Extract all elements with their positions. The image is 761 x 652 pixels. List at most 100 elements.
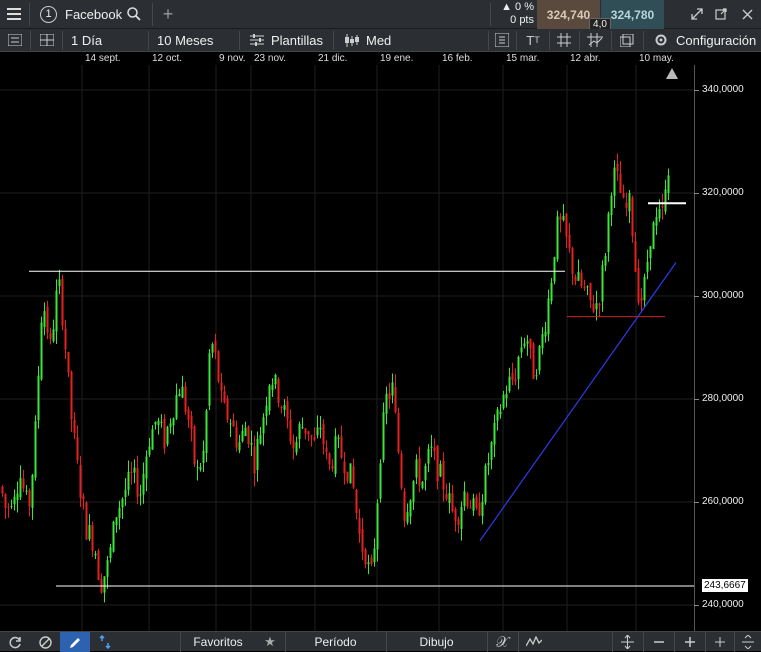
y-tick-label: 260,0000 bbox=[702, 496, 744, 507]
candle-body bbox=[418, 458, 421, 486]
candle-body bbox=[61, 278, 64, 326]
indicator-chart-icon[interactable] bbox=[518, 632, 548, 652]
y-tick-label: 320,0000 bbox=[702, 187, 744, 198]
instrument-name[interactable]: Facebook bbox=[65, 0, 125, 28]
pencil-icon[interactable] bbox=[60, 632, 90, 652]
range-selector[interactable]: 10 Meses bbox=[157, 29, 237, 51]
candle-body bbox=[274, 374, 277, 385]
candle-body bbox=[502, 394, 505, 408]
candle-body bbox=[442, 460, 445, 490]
candle-body bbox=[166, 426, 169, 445]
candle-body bbox=[49, 333, 52, 339]
y-tick-label: 300,0000 bbox=[702, 290, 744, 301]
candle-body bbox=[430, 446, 433, 448]
candle-body bbox=[67, 351, 70, 373]
candle-body bbox=[253, 446, 256, 474]
candle-body bbox=[301, 427, 304, 429]
disable-icon[interactable] bbox=[31, 632, 59, 652]
interval-selector[interactable]: 1 Día bbox=[71, 29, 141, 51]
candle-body bbox=[520, 347, 523, 353]
trend-line[interactable] bbox=[479, 262, 677, 541]
candle-body bbox=[481, 501, 484, 517]
candle-body bbox=[55, 290, 58, 332]
x-tick-label: 15 mar. bbox=[506, 53, 540, 64]
candle-body bbox=[391, 382, 394, 396]
fit-vertical-icon[interactable] bbox=[612, 632, 642, 652]
star-icon[interactable]: ★ bbox=[256, 632, 284, 652]
indicators-icon[interactable] bbox=[493, 29, 511, 51]
candle-body bbox=[31, 474, 34, 508]
templates-button[interactable]: Plantillas bbox=[271, 29, 331, 51]
crosshair-add-icon[interactable] bbox=[705, 632, 733, 652]
candle-body bbox=[163, 418, 166, 449]
gear-icon bbox=[652, 29, 670, 51]
list-icon[interactable] bbox=[6, 29, 24, 51]
candle-body bbox=[34, 421, 37, 478]
price-marker-label: 243,6667 bbox=[702, 579, 748, 593]
candle-body bbox=[214, 340, 217, 353]
settings-button[interactable]: Configuración bbox=[676, 29, 758, 51]
function-icon[interactable]: 𝒳 bbox=[487, 632, 517, 652]
favorites-button[interactable]: Favoritos bbox=[180, 632, 255, 652]
candle-body bbox=[406, 512, 409, 523]
candle-body bbox=[667, 175, 670, 193]
candle-body bbox=[196, 467, 199, 469]
crosshair-icon[interactable] bbox=[585, 29, 605, 51]
chart-style-button[interactable]: Med bbox=[366, 29, 406, 51]
candle-body bbox=[181, 386, 184, 398]
refresh-icon[interactable] bbox=[0, 632, 30, 652]
candle-body bbox=[322, 423, 325, 445]
candle-body bbox=[298, 424, 301, 440]
window-icon[interactable] bbox=[618, 29, 636, 51]
text-size-icon[interactable]: TT bbox=[522, 29, 544, 51]
candle-body bbox=[493, 422, 496, 445]
candle-body bbox=[112, 521, 115, 552]
y-tick-mark bbox=[694, 296, 699, 297]
candle-body bbox=[361, 529, 364, 552]
candle-body bbox=[421, 481, 424, 488]
candle-body bbox=[232, 420, 235, 427]
candle-body bbox=[379, 463, 382, 499]
candle-body bbox=[130, 471, 133, 473]
candle-body bbox=[223, 391, 226, 403]
grid-icon[interactable] bbox=[555, 29, 573, 51]
candle-body bbox=[256, 438, 259, 471]
candle-body bbox=[205, 410, 208, 453]
search-icon[interactable] bbox=[126, 0, 142, 28]
candle-body bbox=[460, 506, 463, 530]
add-tab-icon[interactable]: + bbox=[158, 0, 178, 28]
candle-body bbox=[307, 431, 310, 435]
candle-body bbox=[412, 481, 415, 503]
popout-icon[interactable] bbox=[712, 0, 730, 28]
drawing-button[interactable]: Dibujo bbox=[386, 632, 486, 652]
candle-body bbox=[448, 493, 451, 504]
candle-body bbox=[643, 276, 646, 301]
menu-icon[interactable] bbox=[0, 0, 28, 28]
candle-body bbox=[295, 442, 298, 453]
expand-icon[interactable] bbox=[688, 0, 706, 28]
candle-body bbox=[517, 356, 520, 380]
scroll-marker-icon[interactable] bbox=[666, 68, 678, 79]
layout-grid-icon[interactable] bbox=[38, 29, 56, 51]
candle-body bbox=[574, 276, 577, 281]
candle-body bbox=[541, 334, 544, 349]
updown-arrows-icon[interactable] bbox=[91, 632, 119, 652]
candle-body bbox=[328, 453, 331, 465]
candle-body bbox=[319, 427, 322, 430]
candle-body bbox=[46, 306, 49, 333]
x-tick-label: 21 dic. bbox=[318, 53, 348, 64]
zoom-in-icon[interactable] bbox=[674, 632, 704, 652]
resize-vertical-icon[interactable] bbox=[734, 632, 761, 652]
close-icon[interactable] bbox=[738, 0, 756, 28]
candle-body bbox=[538, 346, 541, 371]
y-tick-mark bbox=[694, 502, 699, 503]
candle-body bbox=[622, 193, 625, 198]
price-chart[interactable] bbox=[0, 65, 694, 631]
candle-body bbox=[52, 329, 55, 342]
period-button[interactable]: Período bbox=[285, 632, 385, 652]
zoom-out-icon[interactable] bbox=[643, 632, 673, 652]
candle-body bbox=[262, 417, 265, 434]
candle-body bbox=[523, 343, 526, 347]
candle-body bbox=[544, 331, 547, 337]
candle-body bbox=[511, 372, 514, 380]
